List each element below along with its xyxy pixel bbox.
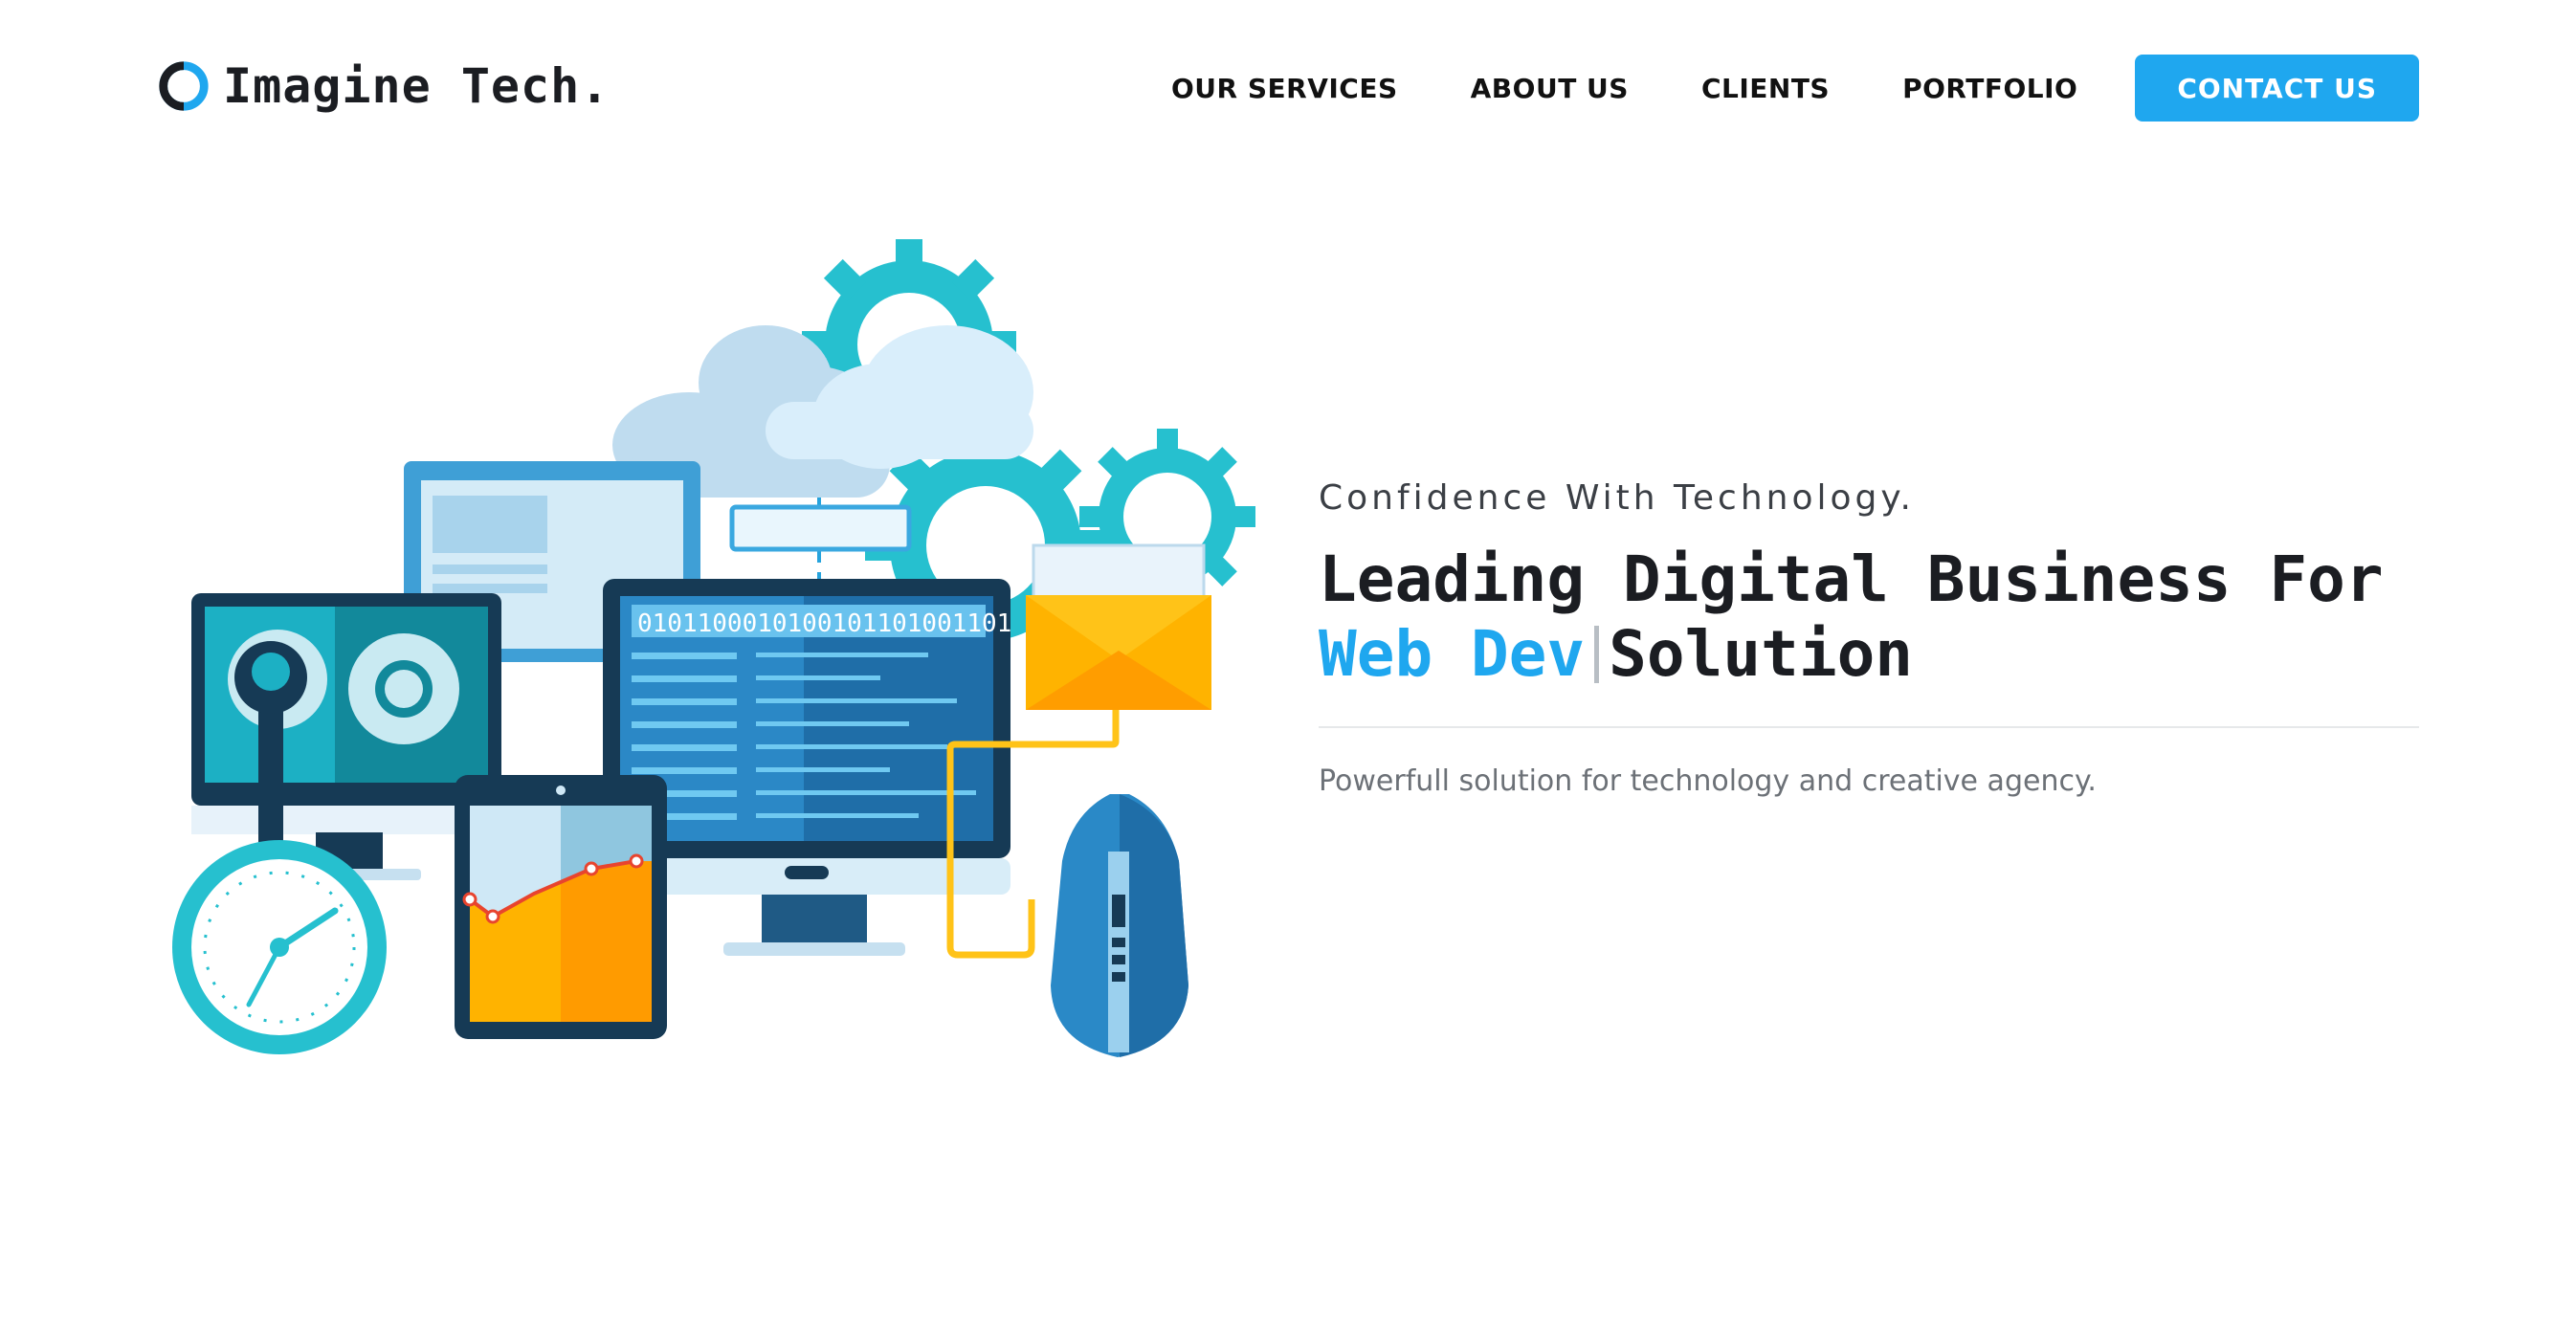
ring-logo-icon [159, 61, 209, 111]
main-nav: OUR SERVICES ABOUT US CLIENTS PORTFOLIO … [1171, 55, 2419, 122]
headline-line1: Leading Digital Business For [1319, 542, 2384, 616]
headline-rest: Solution [1609, 617, 1914, 691]
contact-us-button[interactable]: CONTACT US [2135, 55, 2419, 122]
hero-text: Confidence With Technology. Leading Digi… [1319, 478, 2419, 798]
hero-divider [1319, 726, 2419, 728]
site-header: Imagine Tech. OUR SERVICES ABOUT US CLIE… [0, 0, 2576, 177]
headline-accent: Web Dev [1319, 617, 1586, 691]
tech-devices-illustration-icon: 0101100010100101101001101 [172, 239, 1255, 1057]
hero-subtext: Powerfull solution for technology and cr… [1319, 764, 2097, 798]
hero-headline: Leading Digital Business For Web Dev Solu… [1319, 542, 2419, 692]
typing-cursor [1594, 626, 1600, 683]
clock-icon [172, 840, 387, 1054]
nav-about-us[interactable]: ABOUT US [1471, 73, 1629, 104]
brand-name: Imagine Tech. [223, 58, 611, 114]
hero-tagline: Confidence With Technology. [1319, 478, 1916, 518]
nav-portfolio[interactable]: PORTFOLIO [1902, 73, 2077, 104]
mouse-icon [1051, 794, 1188, 1057]
binary-text: 0101100010100101101001101 [637, 609, 1011, 638]
brand-logo[interactable]: Imagine Tech. [156, 55, 610, 118]
envelope-icon [1026, 543, 1211, 710]
nav-clients[interactable]: CLIENTS [1701, 73, 1830, 104]
tablet-chart-icon [455, 775, 667, 1039]
nav-our-services[interactable]: OUR SERVICES [1171, 73, 1398, 104]
